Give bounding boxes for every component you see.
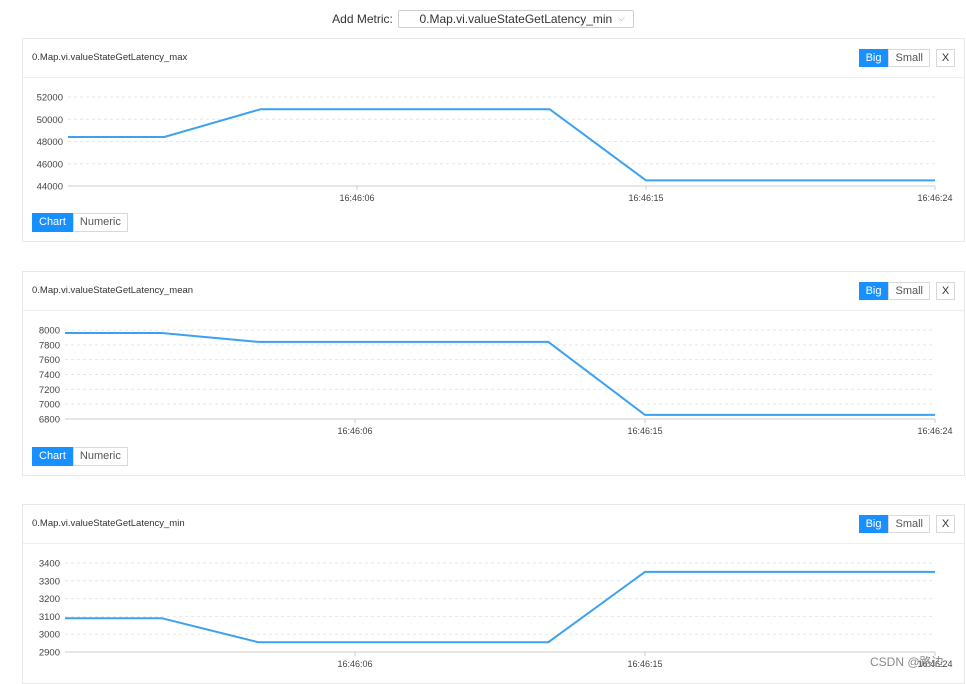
- x-tick-label: 16:46:06: [337, 426, 372, 436]
- chevron-down-icon: ⌵: [618, 13, 625, 23]
- big-button[interactable]: Big: [858, 282, 889, 300]
- small-button[interactable]: Small: [888, 49, 930, 67]
- watermark: CSDN @路边: [870, 655, 944, 669]
- x-tick-label: 16:46:15: [627, 426, 662, 436]
- close-button[interactable]: X: [936, 282, 955, 300]
- y-tick-label: 3100: [39, 612, 60, 623]
- y-tick-label: 8000: [39, 326, 60, 337]
- x-tick-label: 16:46:15: [627, 659, 662, 669]
- numeric-view-button[interactable]: Numeric: [72, 447, 128, 466]
- y-tick-label: 3400: [39, 559, 60, 570]
- panel-header: 0.Map.vi.valueStateGetLatency_min Big Sm…: [23, 505, 964, 544]
- close-button[interactable]: X: [936, 515, 955, 533]
- size-toggle: Big Small: [858, 49, 930, 67]
- y-tick-label: 44000: [37, 182, 63, 193]
- chart-view-button[interactable]: Chart: [32, 447, 73, 466]
- x-tick-label: 16:46:15: [628, 193, 663, 203]
- series-line: [68, 108, 935, 182]
- y-tick-label: 7200: [39, 385, 60, 396]
- size-toggle: Big Small: [858, 515, 930, 533]
- panel-title: 0.Map.vi.valueStateGetLatency_max: [32, 52, 188, 63]
- view-toggle: Chart Numeric: [32, 447, 128, 466]
- numeric-view-button[interactable]: Numeric: [72, 213, 128, 232]
- small-button[interactable]: Small: [888, 282, 930, 300]
- y-tick-label: 3200: [39, 594, 60, 605]
- y-tick-label: 46000: [37, 159, 63, 170]
- latency-mean-chart: 6800 7000 7200 7400 7600 7800 8000 16:46:06 16:4…: [39, 326, 953, 437]
- y-tick-label: 2900: [39, 648, 60, 659]
- metric-panel-mean: 0.Map.vi.valueStateGetLatency_mean Big S…: [22, 271, 965, 476]
- panel-header: 0.Map.vi.valueStateGetLatency_max Big Sm…: [23, 39, 964, 78]
- metric-panel-min: 0.Map.vi.valueStateGetLatency_min Big Sm…: [22, 504, 965, 684]
- big-button[interactable]: Big: [858, 515, 889, 533]
- y-tick-label: 50000: [37, 115, 63, 126]
- view-toggle: Chart Numeric: [32, 213, 128, 232]
- size-toggle: Big Small: [858, 282, 930, 300]
- latency-max-chart: 44000 46000 48000 50000 52000 16:46:06 16:46:1…: [37, 93, 953, 204]
- y-tick-label: 6800: [39, 415, 60, 426]
- metric-select[interactable]: 0.Map.vi.valueStateGetLatency_min ⌵: [397, 10, 634, 28]
- big-button[interactable]: Big: [858, 49, 889, 67]
- x-tick-label: 16:46:06: [337, 659, 372, 669]
- x-tick-label: 16:46:06: [339, 193, 374, 203]
- close-button[interactable]: X: [936, 49, 955, 67]
- panel-title: 0.Map.vi.valueStateGetLatency_mean: [32, 285, 194, 296]
- chart-view-button[interactable]: Chart: [32, 213, 73, 232]
- latency-min-chart: 2900 3000 3100 3200 3300 3400 16:46:06 16:46:15…: [39, 559, 953, 670]
- y-tick-label: 52000: [37, 93, 63, 104]
- series-line: [65, 570, 935, 644]
- x-tick-label: 16:46:24: [917, 426, 952, 436]
- x-tick-label: 16:46:24: [917, 193, 952, 203]
- y-tick-label: 7400: [39, 370, 60, 381]
- y-tick-label: 3000: [39, 630, 60, 641]
- add-metric-bar: Add Metric: 0.Map.vi.valueStateGetLatenc…: [0, 8, 966, 30]
- panel-header: 0.Map.vi.valueStateGetLatency_mean Big S…: [23, 272, 964, 311]
- y-tick-label: 7600: [39, 355, 60, 366]
- panel-title: 0.Map.vi.valueStateGetLatency_min: [32, 518, 185, 529]
- y-tick-label: 7800: [39, 340, 60, 351]
- y-tick-label: 48000: [37, 137, 63, 148]
- metric-panel-max: 0.Map.vi.valueStateGetLatency_max Big Sm…: [22, 38, 965, 242]
- add-metric-label: Add Metric:: [332, 12, 393, 26]
- small-button[interactable]: Small: [888, 515, 930, 533]
- y-tick-label: 7000: [39, 400, 60, 411]
- y-tick-label: 3300: [39, 576, 60, 587]
- metric-select-value: 0.Map.vi.valueStateGetLatency_min: [419, 12, 613, 26]
